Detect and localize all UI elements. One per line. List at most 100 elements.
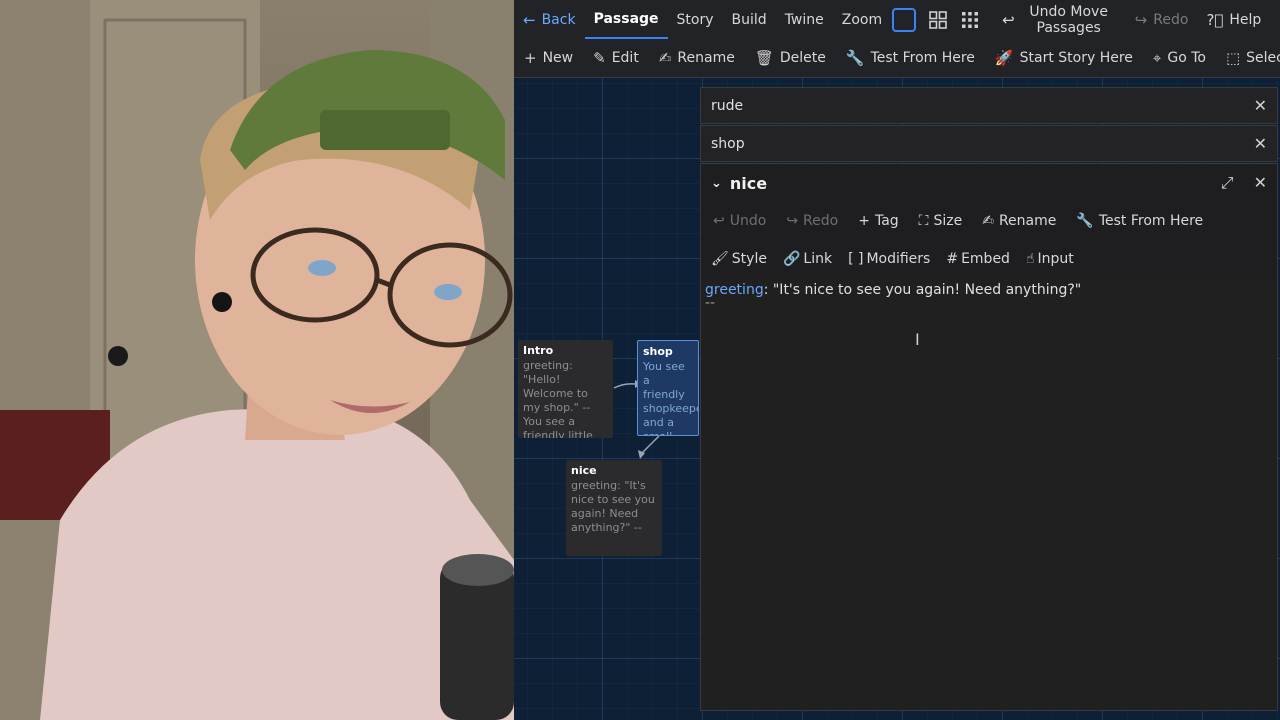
redo-label: Redo [803,213,839,229]
test-from-here-button[interactable]: 🔧 Test From Here [1066,213,1213,229]
size-button[interactable]: ⛶ Size [909,213,973,229]
back-label: Back [541,11,576,28]
go-to-label: Go To [1167,50,1206,66]
modifiers-button[interactable]: [ ] Modifiers [840,251,938,267]
edit-label: Edit [611,50,639,66]
input-label: Input [1037,251,1074,267]
brackets-icon: [ ] [848,251,864,267]
tag-button[interactable]: + Tag [848,213,908,229]
tab-build[interactable]: Build [723,0,776,39]
resize-icon: ⛶ [918,213,929,229]
close-icon[interactable]: ✕ [1254,173,1267,193]
dialog-shop-collapsed[interactable]: shop ✕ [700,125,1278,162]
webcam-video [0,0,514,720]
signature-icon: ✍ [658,49,672,67]
redo-icon: ↪ [1134,10,1148,29]
close-icon[interactable]: ✕ [1254,134,1267,153]
passage-title: Intro [523,344,554,357]
dialog-header: ⌄ nice ⤢ ✕ [701,164,1277,202]
plus-icon: + [524,49,537,67]
passage-toolbar: + New ✎ Edit ✍ Rename 🗑 Delete 🔧 Test Fr… [514,39,1280,78]
undo-label: Undo [729,213,767,229]
start-story-here-button[interactable]: 🚀 Start Story Here [985,49,1143,67]
zoom-medium-button[interactable] [924,6,952,34]
undo-icon: ↩ [1002,10,1015,29]
text-cursor-icon: I [915,330,920,349]
passage-text-editor[interactable]: greeting: "It's nice to see you again! N… [701,280,1277,710]
rocket-icon: 🚀 [994,49,1014,67]
dialog-title: shop [711,135,745,152]
undo-move-label: Undo Move Passages [1021,4,1117,36]
zoom-large-button[interactable] [892,7,917,32]
undo-button[interactable]: ↩ Undo [703,213,776,229]
editor-toolbar-row-2: 🖌 Style 🔗 Link [ ] Modifiers # Embed ☝ I… [701,240,1277,278]
test-from-here-button[interactable]: 🔧 Test From Here [836,49,985,67]
delete-button[interactable]: 🗑 Delete [745,49,836,67]
undo-move-line: Undo Move [1029,3,1108,20]
input-button[interactable]: ☝ Input [1018,251,1082,267]
arrow-left-icon: ← [523,10,536,29]
passage-card-nice[interactable]: nice greeting: "It's nice to see you aga… [566,460,662,556]
passage-card-intro[interactable]: Intro greeting: "Hello! Welcome to my sh… [518,340,613,438]
signature-icon: ✍ [982,213,994,229]
rename-button[interactable]: ✍ Rename [972,213,1066,229]
link-icon: 🔗 [782,251,801,267]
select-all-button[interactable]: ⬚ Select All [1216,49,1280,67]
select-all-label: Select All [1246,50,1280,66]
back-button[interactable]: ← Back [514,0,585,39]
redo-button[interactable]: ↪ Redo [1126,0,1198,39]
test-from-here-label: Test From Here [870,50,975,66]
chevron-down-icon[interactable]: ⌄ [711,176,722,191]
undo-move-button[interactable]: ↩ Undo Move Passages [986,0,1126,39]
style-button[interactable]: 🖌 Style [703,251,775,267]
zoom-small-button[interactable] [956,6,984,34]
tab-story[interactable]: Story [668,0,723,39]
style-label: Style [731,251,767,267]
passage-card-shop[interactable]: shop You see a friendly shopkeeper and a… [637,340,699,436]
delete-label: Delete [779,50,826,66]
help-label: Help [1229,11,1262,28]
editor-toolbar-row-1: ↩ Undo ↪ Redo + Tag ⛶ Size ✍ Rename 🔧 Te… [701,202,1277,240]
redo-label: Redo [1153,11,1189,28]
hand-pointer-icon: ☝ [1025,251,1035,267]
passage-excerpt: You see a friendly shopkeeper and a smal… [643,360,698,435]
tab-passage[interactable]: Passage [584,0,668,39]
test-from-here-label: Test From Here [1098,213,1204,229]
tab-twine[interactable]: Twine [776,0,833,39]
modifiers-label: Modifiers [866,251,931,267]
top-nav-bar: ← Back Passage Story Build Twine Zoom ↩ … [514,0,1280,39]
link-button[interactable]: 🔗 Link [775,251,840,267]
rename-label: Rename [998,213,1057,229]
editor-line-1: greeting: "It's nice to see you again! N… [705,282,1273,298]
hash-icon: # [946,251,959,267]
rename-button[interactable]: ✍ Rename [649,49,745,67]
new-passage-button[interactable]: + New [514,49,583,67]
start-story-here-label: Start Story Here [1019,50,1133,66]
close-icon[interactable]: ✕ [1254,96,1267,115]
help-button[interactable]: ?⃝ Help [1197,0,1265,39]
brush-icon: 🖌 [711,251,729,267]
redo-button[interactable]: ↪ Redo [776,213,848,229]
zoom-label: Zoom [841,11,883,28]
presenter-image [0,0,514,720]
redo-icon: ↪ [786,213,799,229]
select-box-icon: ⬚ [1225,49,1241,67]
help-circle-icon: ?⃝ [1206,10,1224,29]
plus-icon: + [858,213,870,229]
passage-title: shop [643,345,673,358]
dialog-rude-collapsed[interactable]: rude ✕ [700,87,1278,124]
embed-label: Embed [961,251,1010,267]
passage-title: nice [571,464,597,477]
new-label: New [542,50,574,66]
grid-dots-icon [962,11,979,28]
target-icon: ⌖ [1152,49,1162,67]
go-to-button[interactable]: ⌖ Go To [1143,49,1216,67]
embed-button[interactable]: # Embed [938,251,1018,267]
edit-button[interactable]: ✎ Edit [583,49,649,67]
maximize-icon[interactable]: ⤢ [1221,173,1234,193]
dialog-title: nice [729,173,768,193]
tool-icon: 🔧 [845,49,865,67]
tag-label: Tag [874,213,899,229]
dialog-actions: ⤢ ✕ [1221,173,1267,193]
tool-icon: 🔧 [1076,213,1094,229]
